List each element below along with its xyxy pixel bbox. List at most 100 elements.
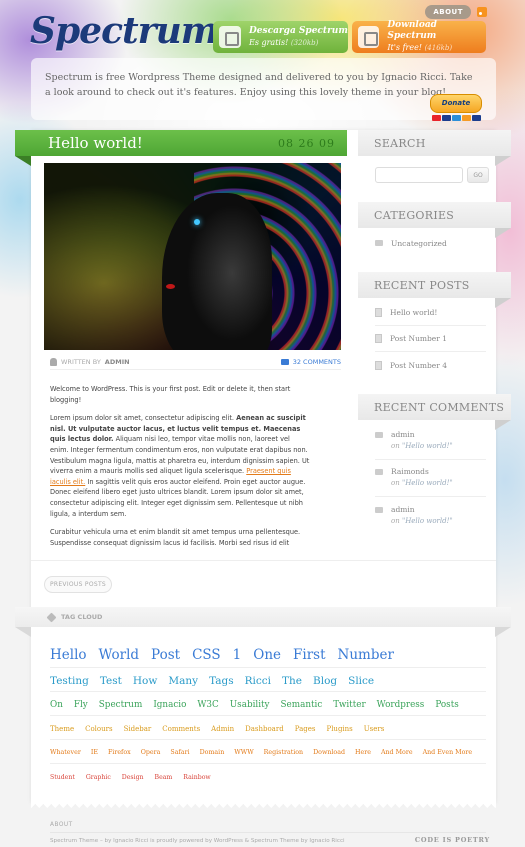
tag-link[interactable]: And More [381,749,413,756]
document-icon [375,334,382,343]
post-paragraph: Welcome to WordPress. This is your first… [50,385,291,404]
tag-link[interactable]: CSS [192,647,221,663]
tag-link[interactable]: Colours [85,725,112,733]
tag-link[interactable]: Wordpress [377,700,425,710]
previous-posts-button[interactable]: PREVIOUS POSTS [44,576,112,593]
comments-link[interactable]: 32 COMMENTS [280,358,341,366]
tag-link[interactable]: Posts [435,700,458,710]
tag-link[interactable]: Comments [162,725,200,733]
tag-link[interactable]: How [133,675,157,687]
tag-link[interactable]: Firefox [108,749,131,756]
comment-post-link[interactable]: "Hello world!" [402,479,453,487]
tag-link[interactable]: First [293,647,326,663]
comments-count[interactable]: 32 COMMENTS [293,358,341,366]
download-english-button[interactable]: Download Spectrum It's free! (416kb) [352,20,486,53]
tag-link[interactable]: Twitter [333,700,365,710]
tag-link[interactable]: 1 [233,647,242,663]
recent-post-label[interactable]: Post Number 4 [390,361,447,370]
download-subtitle: Es gratis! [249,37,289,47]
tag-link[interactable]: Sidebar [124,725,152,733]
tag-link[interactable]: IE [91,749,98,756]
about-button[interactable]: ABOUT [425,5,471,19]
footer-about-heading: ABOUT [50,822,73,828]
footer-credits: Spectrum Theme – by Ignacio Ricci is pro… [50,838,345,844]
rss-icon[interactable] [477,7,487,17]
post-image [44,163,341,350]
search-input[interactable] [375,167,463,183]
comment-post-link[interactable]: "Hello world!" [402,442,453,450]
tag-link[interactable]: W3C [197,700,218,710]
donate-widget: Donate [430,94,482,121]
tag-link[interactable]: Beam [155,774,173,781]
tag-link[interactable]: Spectrum [99,700,143,710]
category-label[interactable]: Uncategorized [391,239,447,248]
tag-link[interactable]: Many [168,675,198,687]
tag-cloud-label: TAG CLOUD [61,613,103,621]
tag-link[interactable]: And Even More [423,749,473,756]
intro-text: Spectrum is free Wordpress Theme designe… [45,72,473,98]
download-spanish-button[interactable]: Descarga Spectrum Es gratis! (320kb) [213,21,348,53]
tag-row: Theme Colours Sidebar Comments Admin Das… [50,718,486,740]
recent-post-label[interactable]: Post Number 1 [390,334,447,343]
recent-post-item[interactable]: Post Number 4 [375,352,486,378]
recent-post-item[interactable]: Hello world! [375,300,486,326]
comment-author[interactable]: admin [391,505,453,514]
tag-link[interactable]: Tags [209,675,234,687]
search-button[interactable]: GO [467,167,489,183]
tag-link[interactable]: Safari [170,749,189,756]
tag-link[interactable]: One [253,647,281,663]
tag-link[interactable]: Student [50,774,75,781]
download-subtitle: It's free! [387,43,423,52]
tag-link[interactable]: Whatever [50,749,81,756]
recent-post-item[interactable]: Post Number 1 [375,326,486,352]
tag-link[interactable]: World [99,647,140,663]
tag-link[interactable]: Hello [50,647,87,663]
comment-author[interactable]: Raimonds [391,467,453,476]
tag-link[interactable]: Admin [211,725,234,733]
site-logo[interactable]: Spectrum [30,10,219,52]
tag-link[interactable]: Pages [295,725,316,733]
tag-link[interactable]: Testing [50,675,89,687]
donate-button[interactable]: Donate [430,94,482,113]
tag-link[interactable]: Fly [74,700,88,710]
comment-icon [375,507,383,513]
tag-link[interactable]: The [282,675,302,687]
download-size: (320kb) [290,38,319,47]
search-form: GO [375,167,489,183]
tag-row: On Fly Spectrum Ignacio W3C Usability Se… [50,694,486,716]
tag-link[interactable]: Post [151,647,180,663]
tag-link[interactable]: Number [338,647,394,663]
post-title[interactable]: Hello world! [48,134,143,152]
tag-link[interactable]: Rainbow [183,774,210,781]
divider [31,560,496,561]
panel-bottom-edge [31,800,496,808]
tag-link[interactable]: Ignacio [153,700,186,710]
tag-link[interactable]: Dashboard [245,725,284,733]
tag-link[interactable]: Blog [313,675,337,687]
tag-link[interactable]: Plugins [326,725,352,733]
comment-post-link[interactable]: "Hello world!" [402,517,453,525]
tag-link[interactable]: Design [122,774,144,781]
tag-link[interactable]: Download [313,749,345,756]
tag-link[interactable]: Here [355,749,371,756]
tag-link[interactable]: Users [364,725,385,733]
tag-link[interactable]: Opera [141,749,161,756]
tag-link[interactable]: Slice [348,675,374,687]
category-item[interactable]: Uncategorized [375,230,486,256]
tag-link[interactable]: Graphic [86,774,111,781]
recent-post-label[interactable]: Hello world! [390,308,437,317]
post-author[interactable]: ADMIN [105,358,130,366]
comment-author[interactable]: admin [391,430,453,439]
tag-link[interactable]: Usability [230,700,270,710]
comment-icon [375,432,383,438]
tag-link[interactable]: Test [100,675,122,687]
post-date: 08 26 09 [278,136,335,150]
tag-link[interactable]: WWW [234,749,253,756]
card-icon [471,115,481,121]
tag-link[interactable]: Domain [200,749,225,756]
tag-link[interactable]: Ricci [245,675,271,687]
tag-link[interactable]: Semantic [281,700,323,710]
tag-link[interactable]: On [50,700,63,710]
tag-link[interactable]: Theme [50,725,74,733]
tag-link[interactable]: Registration [264,749,303,756]
